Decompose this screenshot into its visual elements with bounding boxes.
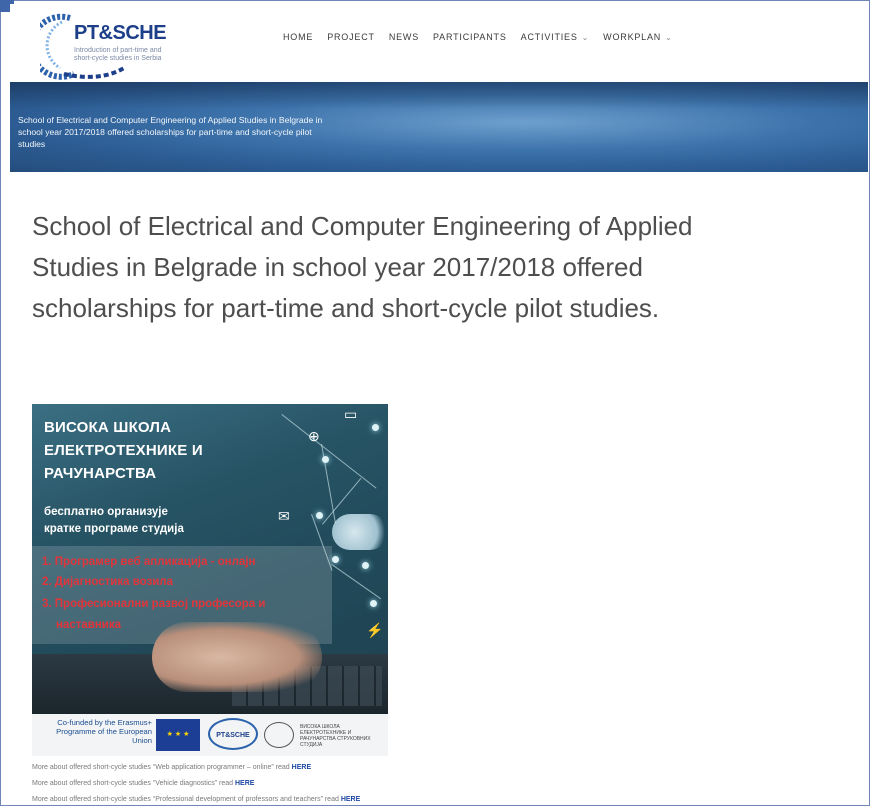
more-info-text: More about offered short-cycle studies “… [32, 780, 234, 787]
banner-title: School of Electrical and Computer Engine… [18, 115, 323, 149]
article-heading: School of Electrical and Computer Engine… [32, 211, 693, 323]
mail-icon: ✉ [278, 508, 290, 524]
site-header: PT&SCHE Introduction of part-time and sh… [10, 4, 868, 82]
nav-activities[interactable]: ACTIVITIES ⌄ [521, 32, 590, 42]
ptsche-logo-icon: PT&SCHE [208, 718, 258, 750]
poster-program-item: 2. Дијагностика возила [42, 576, 173, 588]
nav-project-label: PROJECT [327, 32, 375, 42]
school-logo-text: ВИСОКА ШКОЛА ЕЛЕКТРОТЕХНИКЕ И РАЧУНАРСТВ… [300, 724, 371, 748]
logo-title: PT&SCHE [74, 22, 167, 44]
school-logo: ВИСОКА ШКОЛА ЕЛЕКТРОТЕХНИКЕ И РАЧУНАРСТВ… [264, 720, 384, 750]
network-line [331, 564, 382, 600]
chevron-down-icon: ⌄ [581, 33, 590, 42]
chevron-down-icon: ⌄ [665, 33, 673, 42]
network-node [372, 424, 379, 431]
network-node [332, 556, 339, 563]
nav-home[interactable]: HOME [283, 32, 313, 42]
more-info-text: More about offered short-cycle studies “… [32, 796, 339, 803]
site-logo[interactable]: PT&SCHE Introduction of part-time and sh… [40, 12, 180, 80]
poster-subtitle-line: кратке програме студија [44, 523, 184, 535]
lightning-icon: ⚡ [366, 622, 384, 638]
read-here-link[interactable]: HERE [292, 764, 311, 771]
nav-participants-label: PARTICIPANTS [433, 32, 507, 42]
poster-program-item: наставника [56, 619, 122, 631]
zoom-icon: ⊕ [308, 428, 320, 444]
poster-subtitle: бесплатно организује кратке програме сту… [44, 504, 184, 538]
nav-workplan[interactable]: WORKPLAN ⌄ [603, 32, 672, 42]
poster-title: ВИСОКА ШКОЛА ЕЛЕКТРОТЕХНИКЕ И РАЧУНАРСТВ… [44, 416, 203, 485]
network-line [281, 414, 377, 489]
network-node [362, 562, 369, 569]
read-here-link[interactable]: HERE [235, 780, 254, 787]
poster-title-line: РАЧУНАРСТВА [44, 465, 157, 482]
cloud-icon [332, 514, 388, 550]
nav-project[interactable]: PROJECT [327, 32, 375, 42]
network-node [322, 456, 329, 463]
device-icon: ▭ [344, 406, 358, 422]
nav-workplan-label: WORKPLAN [603, 32, 662, 42]
page-banner: School of Electrical and Computer Engine… [10, 82, 868, 172]
logo-subtitle: Introduction of part-time and short-cycl… [74, 47, 162, 62]
poster-title-line: ЕЛЕКТРОТЕХНИКЕ И [44, 442, 203, 459]
nav-news-label: NEWS [388, 32, 420, 42]
read-here-link[interactable]: HERE [341, 796, 360, 803]
network-node [316, 512, 323, 519]
hand-illustration [152, 622, 322, 692]
nav-participants[interactable]: PARTICIPANTS [433, 32, 507, 42]
poster-footer: Co-funded by the Erasmus+ Programme of t… [32, 714, 388, 756]
nav-activities-label: ACTIVITIES [520, 32, 578, 42]
nav-home-label: HOME [283, 32, 314, 42]
article-poster-image: ⊕ ✉ ⚡ ▭ ВИСОКА ШКОЛА ЕЛЕКТРОТЕХНИКЕ И РА… [32, 404, 388, 756]
poster-program-item: 3. Професионални развој професора и [42, 598, 266, 610]
poster-program-item: 1. Програмер веб апликација - онлајн [42, 556, 256, 568]
more-info-text: More about offered short-cycle studies “… [32, 764, 290, 771]
more-info-row: More about offered short-cycle studies “… [32, 760, 360, 776]
more-info-row: More about offered short-cycle studies “… [32, 776, 360, 792]
nav-news[interactable]: NEWS [389, 32, 419, 42]
eu-flag-icon: ★ ★ ★ [156, 719, 200, 751]
cofund-text: Co-funded by the Erasmus+ Programme of t… [56, 718, 152, 745]
network-node [370, 600, 377, 607]
school-logo-icon [264, 722, 294, 748]
more-info-row: More about offered short-cycle studies “… [32, 792, 360, 808]
main-nav: HOME PROJECT NEWS PARTICIPANTS ACTIVITIE… [283, 32, 687, 42]
more-info-links: More about offered short-cycle studies “… [32, 760, 360, 808]
poster-title-line: ВИСОКА ШКОЛА [44, 419, 172, 436]
poster-subtitle-line: бесплатно организује [44, 506, 168, 518]
